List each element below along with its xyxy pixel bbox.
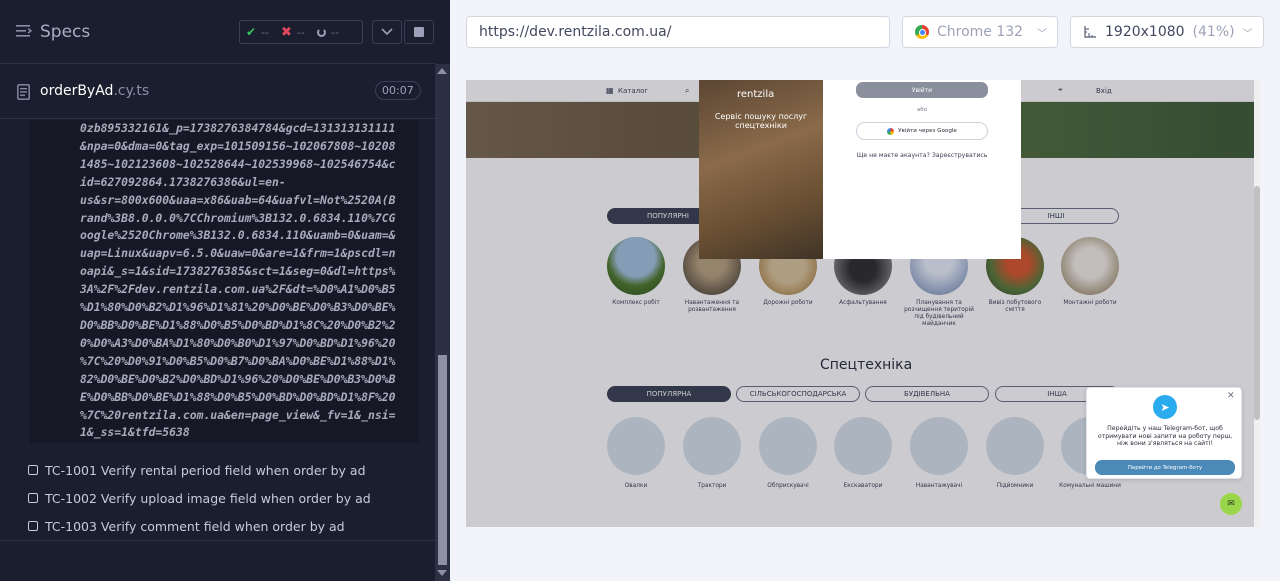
passed-count: --: [261, 25, 270, 39]
stop-button[interactable]: [404, 20, 434, 44]
login-modal-banner: rentzila Сервіс пошуку послуг спецтехнік…: [699, 80, 823, 259]
google-login-label: Увійти через Google: [898, 128, 957, 134]
viewport-selector[interactable]: 1920x1080 (41%) ﹀: [1070, 16, 1264, 48]
test-item[interactable]: TC-1001 Verify rental period field when …: [28, 459, 428, 481]
chevron-down-icon: ﹀: [1037, 28, 1047, 40]
check-icon: ✔: [246, 25, 257, 39]
app-under-test-frame[interactable]: ▦ Каталог ⌕ ⌖ Вхід ПОПУЛЯРНІ ІНШІ Компле…: [466, 80, 1260, 527]
signup-link[interactable]: Ще не маєте акаунта? Зареєструватись: [823, 152, 1021, 159]
browser-selector[interactable]: Chrome 132 ﹀: [902, 16, 1058, 48]
pending-stat: --: [311, 26, 345, 39]
modal-tagline: Сервіс пошуку послуг спецтехніки: [714, 112, 808, 130]
spinner-icon: [316, 27, 326, 37]
telegram-icon: ➤: [1153, 395, 1177, 419]
browser-label: Chrome 132: [937, 24, 1024, 40]
log-line: %D1%80%D0%B2%D1%96%D1%81%20%D0%BE%D0%B3%…: [80, 300, 396, 315]
rentzila-logo: rentzila: [737, 89, 775, 100]
spec-file-basename: orderByAd: [40, 83, 114, 99]
log-line: 0zb895332161&_p=1738276384784&gcd=131313…: [80, 121, 396, 135]
log-line: us&sr=800x600&uaa=x86&uab=64&uafvl=Not%2…: [80, 192, 396, 207]
test-item[interactable]: TC-1003 Verify comment field when order …: [28, 515, 428, 537]
login-modal-form: Увійти або Увійти через Google Ще не має…: [823, 80, 1021, 259]
spec-file-ext: .cy.ts: [113, 83, 150, 99]
test-item[interactable]: TC-1002 Verify upload image field when o…: [28, 487, 428, 509]
log-line: uap=Linux&uapv=6.5.0&uaw=0&are=1&frm=1&p…: [80, 246, 396, 261]
app-scrollbar-thumb[interactable]: [1254, 186, 1260, 420]
spec-file-name: orderByAd.cy.ts: [40, 83, 149, 99]
telegram-bot-button[interactable]: Перейти до Telegram-боту: [1095, 460, 1235, 475]
or-divider: або: [916, 107, 928, 113]
test-title: TC-1002 Verify upload image field when o…: [45, 490, 371, 506]
log-line: rand%3B8.0.0.0%7CChromium%3B132.0.6834.1…: [80, 210, 396, 225]
login-submit-button[interactable]: Увійти: [856, 82, 988, 98]
x-icon: ✖: [281, 24, 292, 40]
url-bar[interactable]: https://dev.rentzila.com.ua/: [466, 16, 890, 48]
log-line: 3A%2F%2Fdev.rentzila.com.ua%2F&dt=%D0%A1…: [80, 282, 396, 297]
log-line: &npa=0&dma=0&tag_exp=101509156~102067808…: [80, 138, 396, 153]
specs-panel: Specs ✔ -- ✖ -- -- orderByAd.cy.ts 00:07…: [0, 0, 450, 581]
telegram-promo-text: Перейдіть у наш Telegram-бот, щоб отриму…: [1097, 425, 1233, 447]
log-line: oapi&_s=1&sid=1738276385&sct=1&seg=0&dl=…: [80, 264, 396, 279]
test-pending-icon: [28, 493, 38, 503]
specs-list-icon[interactable]: [16, 24, 32, 38]
google-icon: [887, 127, 895, 135]
spec-duration: 00:07: [375, 81, 421, 100]
test-stats: ✔ -- ✖ -- --: [239, 20, 363, 44]
divider: [0, 540, 435, 541]
chevron-down-icon: ﹀: [1242, 28, 1253, 40]
close-icon[interactable]: ✕: [1227, 391, 1235, 401]
specs-title: Specs: [40, 22, 91, 42]
viewport-scale: (41%): [1192, 24, 1235, 40]
log-line: 1&_ss=1&tfd=5638: [80, 425, 190, 440]
test-pending-icon: [28, 465, 38, 475]
chat-icon[interactable]: ✉: [1220, 493, 1242, 515]
ruler-icon: [1084, 26, 1096, 38]
test-pending-icon: [28, 521, 38, 531]
log-line: %7C%20rentzila.com.ua&en=page_view&_fv=1…: [80, 407, 396, 422]
spec-file-row[interactable]: orderByAd.cy.ts 00:07: [0, 65, 435, 119]
log-line: 82%D0%BE%D0%B2%D0%BD%D1%96%20%D0%BE%D0%B…: [80, 371, 396, 386]
pending-count: --: [330, 25, 339, 39]
failed-stat: ✖ --: [275, 25, 311, 40]
log-text: 0zb895332161&_p=1738276384784&gcd=131313…: [80, 120, 419, 442]
scroll-down-arrow-icon[interactable]: [437, 570, 447, 576]
viewport-size: 1920x1080: [1105, 24, 1185, 40]
specs-header: Specs ✔ -- ✖ -- --: [0, 0, 435, 64]
file-icon: [17, 84, 30, 100]
telegram-promo-card: ➤ ✕ Перейдіть у наш Telegram-бот, щоб от…: [1086, 387, 1242, 479]
stop-icon: [414, 27, 424, 37]
log-line: %7C%20%D0%91%D0%B5%D0%B7%D0%BA%D0%BE%D1%…: [80, 353, 396, 368]
failed-count: --: [296, 25, 305, 39]
test-title: TC-1003 Verify comment field when order …: [45, 518, 345, 534]
collapse-button[interactable]: [372, 20, 402, 44]
chrome-icon: [915, 25, 929, 39]
scroll-up-arrow-icon[interactable]: [437, 68, 447, 74]
log-line: id=627092864.1738276386&ul=en-: [80, 174, 286, 189]
aut-panel: https://dev.rentzila.com.ua/ Chrome 132 …: [450, 0, 1280, 581]
test-title: TC-1001 Verify rental period field when …: [45, 462, 366, 478]
passed-stat: ✔ --: [240, 25, 275, 39]
chevron-down-icon: [381, 28, 393, 36]
log-line: 1485~102123608~102528644~102539968~10254…: [80, 156, 396, 171]
log-line: 0%D0%A3%D0%BA%D1%80%D0%B0%D1%97%D0%BD%D1…: [80, 335, 396, 350]
log-line: D0%BB%D0%BE%D1%88%D0%B5%D0%BD%D1%8C%20%D…: [80, 317, 396, 332]
scrollbar-thumb[interactable]: [438, 355, 447, 565]
google-login-button[interactable]: Увійти через Google: [856, 122, 988, 140]
cypress-runner: Specs ✔ -- ✖ -- -- orderByAd.cy.ts 00:07…: [0, 0, 1280, 581]
log-line: E%D0%BB%D0%BE%D1%88%D0%B5%D0%BD%D0%BD%D1…: [80, 389, 396, 404]
log-line: oogle%2520Chrome%3B132.0.6834.110&uamb=0…: [80, 228, 396, 243]
command-log-output: 0zb895332161&_p=1738276384784&gcd=131313…: [30, 120, 419, 443]
